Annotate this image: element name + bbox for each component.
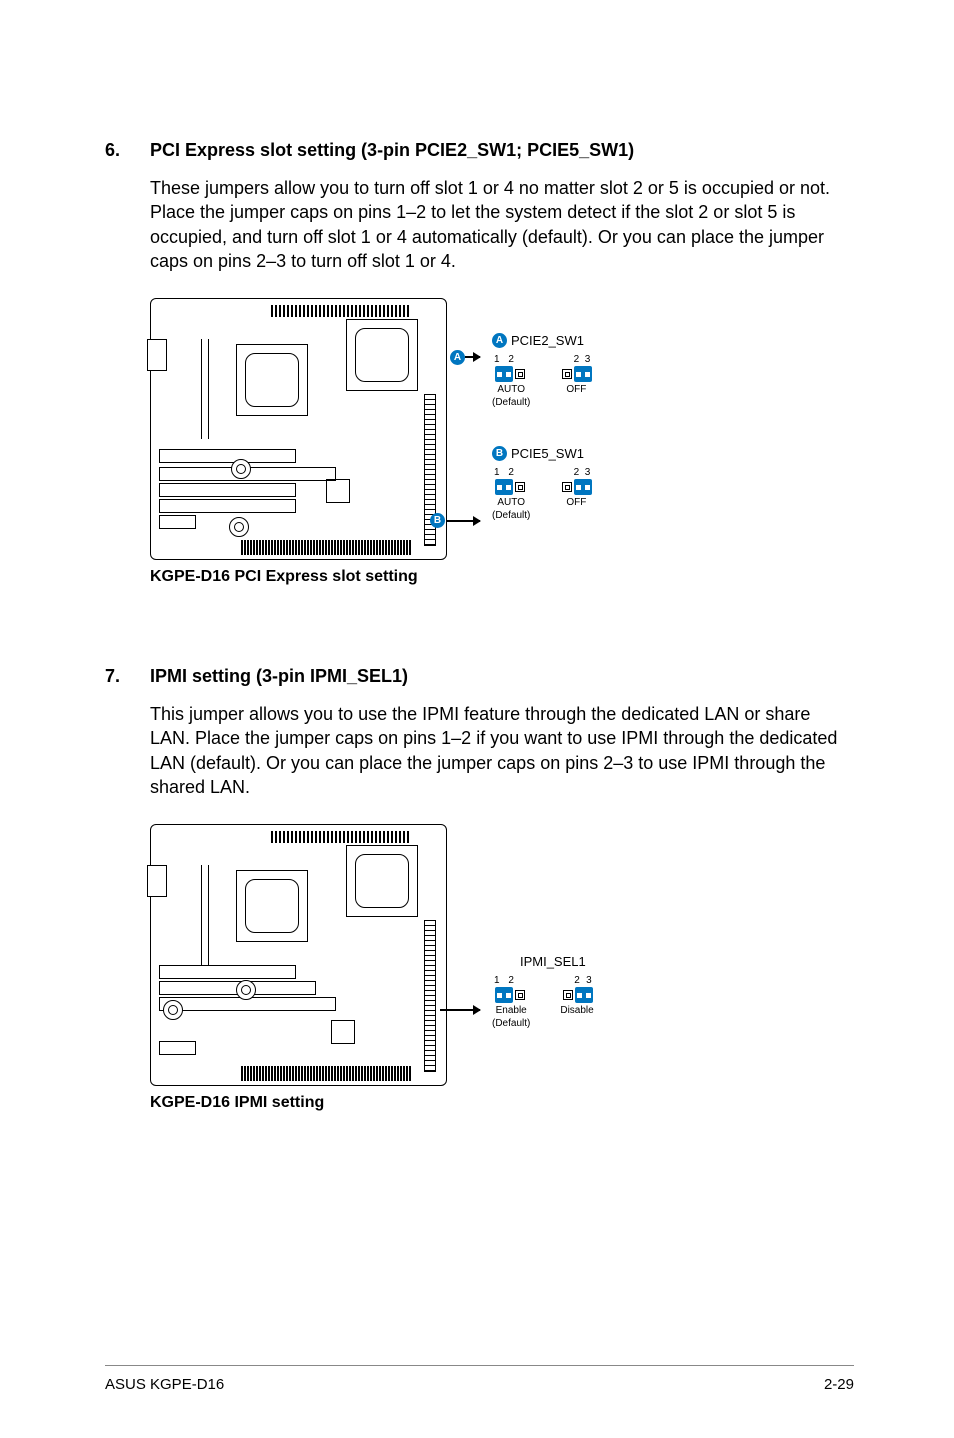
jumper-label: Disable (560, 1005, 593, 1016)
pin-num: 1 (494, 975, 500, 986)
legend-marker-a: A (492, 333, 507, 348)
jumper-label: (Default) (492, 510, 530, 521)
section-body: This jumper allows you to use the IPMI f… (150, 702, 854, 799)
footer-right: 2-29 (824, 1376, 854, 1393)
pin-num: 1 (494, 467, 500, 478)
pin-num: 2 (574, 975, 580, 986)
pin-num: 1 (494, 354, 500, 365)
pin-num: 2 (574, 354, 580, 365)
legend-title: IPMI_SEL1 (520, 954, 586, 969)
jumper-label: (Default) (492, 397, 530, 408)
jumper-auto: 1 2 3 AUTO (Default) (492, 467, 530, 521)
diagram-caption: KGPE-D16 IPMI setting (150, 1094, 854, 1112)
arrow-icon (446, 520, 480, 522)
jumper-enable: 1 2 3 Enable (Default) (492, 975, 530, 1029)
section-number: 6. (105, 140, 150, 656)
jumper-label: (Default) (492, 1018, 530, 1029)
jumper-off: 1 2 3 OFF (560, 467, 592, 521)
section-body: These jumpers allow you to turn off slot… (150, 176, 854, 273)
jumper-label: OFF (560, 497, 592, 508)
legend-title: PCIE2_SW1 (511, 333, 584, 348)
pin-num: 2 (508, 354, 514, 365)
section-heading: PCI Express slot setting (3-pin PCIE2_SW… (150, 140, 854, 161)
pin-num: 2 (508, 975, 514, 986)
pin-num: 2 (574, 467, 580, 478)
jumper-label: Enable (492, 1005, 530, 1016)
pin-num: 3 (586, 975, 592, 986)
diagram-caption: KGPE-D16 PCI Express slot setting (150, 568, 854, 586)
legend-title: PCIE5_SW1 (511, 446, 584, 461)
footer-left: ASUS KGPE-D16 (105, 1376, 224, 1393)
arrow-icon (465, 356, 480, 358)
section-heading: IPMI setting (3-pin IPMI_SEL1) (150, 666, 854, 687)
jumper-auto: 1 2 3 AUTO (Default) (492, 354, 530, 408)
jumper-disable: 1 2 3 Disable (560, 975, 593, 1029)
arrow-icon (440, 1009, 480, 1011)
jumper-label: AUTO (492, 384, 530, 395)
motherboard-diagram (150, 824, 447, 1086)
legend-marker-b: B (492, 446, 507, 461)
pin-num: 3 (585, 467, 591, 478)
pin-num: 3 (585, 354, 591, 365)
jumper-label: OFF (560, 384, 592, 395)
section-number: 7. (105, 666, 150, 1112)
motherboard-diagram (150, 298, 447, 560)
jumper-off: 1 2 3 OFF (560, 354, 592, 408)
pin-num: 2 (508, 467, 514, 478)
marker-a: A (450, 350, 465, 365)
jumper-label: AUTO (492, 497, 530, 508)
